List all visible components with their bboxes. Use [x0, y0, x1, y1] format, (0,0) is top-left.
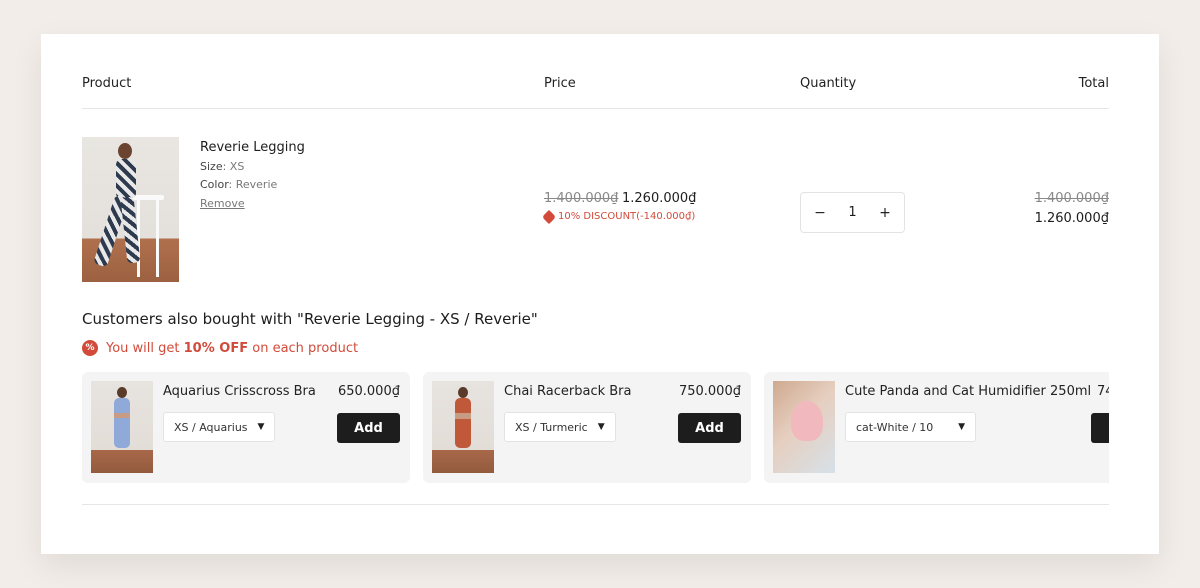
- chevron-down-icon: ▼: [958, 422, 965, 432]
- discount-badge-icon: %: [82, 340, 98, 356]
- quantity-stepper: − 1 +: [800, 192, 905, 233]
- variant-value: cat-White / 10: [856, 420, 934, 434]
- variant-select[interactable]: XS / Aquarius ▼: [163, 412, 276, 442]
- upsell-product-price: 650.000₫: [337, 384, 400, 399]
- model-body-shape: [116, 159, 136, 199]
- upsell-product-name[interactable]: Chai Racerback Bra: [504, 384, 632, 399]
- upsell-product-price: 74: [1097, 384, 1109, 399]
- size-value: XS: [229, 160, 245, 173]
- variant-select[interactable]: cat-White / 10 ▼: [845, 412, 976, 442]
- upsell-product-image[interactable]: [432, 381, 494, 473]
- upsell-note: % You will get 10% OFF on each product: [82, 340, 358, 356]
- note-bold: 10% OFF: [183, 340, 249, 356]
- quantity-increase-button[interactable]: +: [878, 205, 892, 221]
- upsell-product-name[interactable]: Aquarius Crisscross Bra: [163, 384, 316, 399]
- remove-link[interactable]: Remove: [200, 197, 245, 210]
- chevron-down-icon: ▼: [597, 422, 605, 432]
- add-button[interactable]: Add: [337, 413, 400, 443]
- header-divider: [82, 108, 1109, 109]
- upsell-product-image[interactable]: [773, 381, 835, 473]
- note-suffix: on each product: [252, 340, 359, 356]
- chevron-down-icon: ▼: [257, 422, 265, 432]
- add-button[interactable]: Add: [678, 413, 741, 443]
- variant-select[interactable]: XS / Turmeric ▼: [504, 412, 616, 442]
- upsell-card: Cute Panda and Cat Humidifier 250ml 74 c…: [764, 372, 1109, 483]
- price-original: 1.400.000₫: [544, 191, 619, 206]
- model-body-shape: [114, 398, 130, 448]
- add-button[interactable]: [1091, 413, 1109, 443]
- header-price: Price: [544, 76, 576, 91]
- model-head-shape: [118, 143, 132, 159]
- cart-inner: Product Price Quantity Total Reverie Leg…: [82, 34, 1109, 554]
- note-prefix: You will get: [106, 340, 180, 356]
- header-product: Product: [82, 76, 132, 91]
- product-image[interactable]: [82, 137, 179, 282]
- model-head-shape: [117, 387, 127, 398]
- model-body-shape: [455, 398, 471, 448]
- tag-icon: [541, 209, 557, 224]
- upsell-product-price: 750.000₫: [678, 384, 741, 399]
- upsell-product-image[interactable]: [91, 381, 153, 473]
- stool-legs-shape: [137, 197, 159, 277]
- color-label: Color: [200, 178, 229, 191]
- product-size: Size: XS: [200, 160, 245, 173]
- upsell-title: Customers also bought with "Reverie Legg…: [82, 310, 538, 328]
- upsell-card: Aquarius Crisscross Bra 650.000₫ XS / Aq…: [82, 372, 410, 483]
- total-discounted: 1.260.000₫: [1034, 211, 1109, 226]
- color-value: Reverie: [235, 178, 278, 191]
- upsell-card: Chai Racerback Bra 750.000₫ XS / Turmeri…: [423, 372, 751, 483]
- quantity-value[interactable]: 1: [848, 205, 856, 220]
- upsell-note-text: You will get 10% OFF on each product: [106, 341, 358, 356]
- variant-value: XS / Turmeric: [515, 420, 588, 434]
- size-label: Size: [200, 160, 223, 173]
- discount-label: 10% DISCOUNT(-140.000₫): [541, 209, 696, 224]
- upsell-product-name[interactable]: Cute Panda and Cat Humidifier 250ml: [845, 384, 1091, 399]
- model-head-shape: [458, 387, 468, 398]
- bottom-divider: [82, 504, 1109, 505]
- cart-card: Product Price Quantity Total Reverie Leg…: [41, 34, 1159, 554]
- header-quantity: Quantity: [800, 76, 857, 91]
- header-total: Total: [1078, 76, 1109, 91]
- variant-value: XS / Aquarius: [174, 420, 248, 434]
- price-discounted: 1.260.000₫: [622, 191, 697, 206]
- product-color: Color: Reverie: [200, 178, 278, 191]
- humidifier-shape: [791, 401, 823, 441]
- discount-text: 10% DISCOUNT(-140.000₫): [558, 211, 696, 222]
- total-original: 1.400.000₫: [1034, 191, 1109, 206]
- product-name[interactable]: Reverie Legging: [200, 140, 305, 155]
- quantity-decrease-button[interactable]: −: [813, 205, 827, 221]
